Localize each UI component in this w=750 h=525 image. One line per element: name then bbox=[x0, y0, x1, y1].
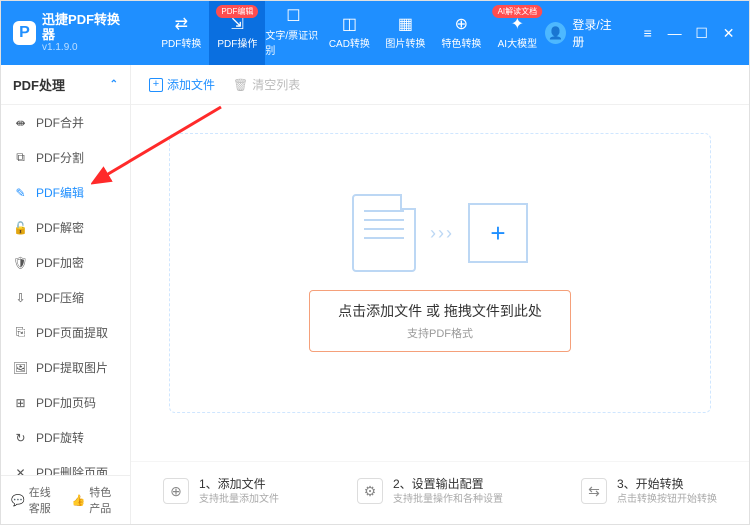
extract-icon: ⎘ bbox=[13, 325, 28, 340]
step-1: ⊕1、添加文件支持批量添加文件 bbox=[163, 476, 279, 506]
support-link[interactable]: 💬 在线客服 bbox=[11, 484, 60, 516]
sidebar-item-encrypt[interactable]: 🛡PDF加密 bbox=[1, 245, 130, 280]
header-right: 👤 登录/注册 ≡ — ☐ ✕ bbox=[545, 16, 739, 50]
nav-ocr[interactable]: ☐文字/票证识别 bbox=[265, 1, 321, 65]
shield-icon: 🛡 bbox=[13, 256, 28, 270]
steps-bar: ⊕1、添加文件支持批量添加文件 ⚙2、设置输出配置支持批量操作和各种设置 ⇆3、… bbox=[131, 461, 749, 524]
delete-icon: ✕ bbox=[13, 466, 28, 476]
gear-icon: ⚙ bbox=[357, 478, 383, 504]
nav-badge: AI解读文档 bbox=[493, 5, 543, 18]
compress-icon: ⇩ bbox=[13, 291, 28, 305]
title-bar: P 迅捷PDF转换器 v1.1.9.0 ⇄PDF转换 PDF编辑⇲PDF操作 ☐… bbox=[1, 1, 749, 65]
page-number-icon: ⊞ bbox=[13, 396, 28, 410]
add-file-icon: ⊕ bbox=[163, 478, 189, 504]
drop-hint-sub: 支持PDF格式 bbox=[338, 325, 542, 341]
sidebar-item-delete-page[interactable]: ✕PDF删除页面 bbox=[1, 455, 130, 475]
featured-link[interactable]: 👍 特色产品 bbox=[72, 484, 121, 516]
chevron-up-icon: ⌃ bbox=[110, 79, 118, 90]
edit-icon: ✎ bbox=[13, 186, 28, 200]
close-icon[interactable]: ✕ bbox=[718, 22, 739, 44]
nav-badge: PDF编辑 bbox=[216, 5, 258, 18]
sidebar-item-decrypt[interactable]: 🔓PDF解密 bbox=[1, 210, 130, 245]
drop-zone[interactable]: ››› + 点击添加文件 或 拖拽文件到此处 支持PDF格式 bbox=[169, 133, 711, 413]
nav-special[interactable]: ⊕特色转换 bbox=[433, 1, 489, 65]
avatar-icon[interactable]: 👤 bbox=[545, 22, 566, 44]
picture-icon: 🖼 bbox=[13, 361, 28, 375]
unlock-icon: 🔓 bbox=[13, 221, 28, 235]
nav-pdf-operate[interactable]: PDF编辑⇲PDF操作 bbox=[209, 1, 265, 65]
cad-icon: ◫ bbox=[342, 17, 357, 33]
sidebar-footer: 💬 在线客服 👍 特色产品 bbox=[1, 475, 130, 524]
minimize-icon[interactable]: — bbox=[664, 22, 685, 44]
main-panel: +添加文件 🗑清空列表 ››› + 点击添加文件 或 拖拽文件到此处 支持PDF… bbox=[131, 65, 749, 524]
app-title: 迅捷PDF转换器 bbox=[42, 13, 129, 42]
trash-icon: 🗑 bbox=[233, 78, 248, 92]
sidebar-item-edit[interactable]: ✎PDF编辑 bbox=[1, 175, 130, 210]
sidebar-item-merge[interactable]: ⇼PDF合并 bbox=[1, 105, 130, 140]
app-logo: P 迅捷PDF转换器 v1.1.9.0 bbox=[13, 13, 129, 53]
drop-hint-box: 点击添加文件 或 拖拽文件到此处 支持PDF格式 bbox=[309, 290, 571, 352]
step-2: ⚙2、设置输出配置支持批量操作和各种设置 bbox=[357, 476, 503, 506]
ocr-icon: ☐ bbox=[286, 9, 300, 25]
ai-icon: ✦ bbox=[511, 17, 524, 33]
add-box-icon: + bbox=[468, 203, 528, 263]
maximize-icon[interactable]: ☐ bbox=[691, 22, 712, 44]
drop-illustration: ››› + bbox=[352, 194, 528, 272]
rotate-icon: ↻ bbox=[13, 431, 28, 445]
sidebar-item-extract-image[interactable]: 🖼PDF提取图片 bbox=[1, 350, 130, 385]
special-icon: ⊕ bbox=[455, 17, 468, 33]
tool-icon: ⇲ bbox=[231, 17, 244, 33]
split-icon: ⧉ bbox=[13, 150, 28, 165]
sidebar-section-head[interactable]: PDF处理 ⌃ bbox=[1, 65, 130, 105]
nav-image[interactable]: ▦图片转换 bbox=[377, 1, 433, 65]
image-icon: ▦ bbox=[398, 17, 413, 33]
sidebar: PDF处理 ⌃ ⇼PDF合并 ⧉PDF分割 ✎PDF编辑 🔓PDF解密 🛡PDF… bbox=[1, 65, 131, 524]
logo-icon: P bbox=[13, 21, 36, 45]
convert-icon: ⇆ bbox=[581, 478, 607, 504]
step-3: ⇆3、开始转换点击转换按钮开始转换 bbox=[581, 476, 717, 506]
sidebar-item-split[interactable]: ⧉PDF分割 bbox=[1, 140, 130, 175]
document-icon bbox=[352, 194, 416, 272]
sidebar-item-page-number[interactable]: ⊞PDF加页码 bbox=[1, 385, 130, 420]
login-link[interactable]: 登录/注册 bbox=[572, 16, 621, 50]
nav-pdf-convert[interactable]: ⇄PDF转换 bbox=[153, 1, 209, 65]
sidebar-item-extract-page[interactable]: ⎘PDF页面提取 bbox=[1, 315, 130, 350]
nav-cad[interactable]: ◫CAD转换 bbox=[321, 1, 377, 65]
nav-ai[interactable]: AI解读文档✦AI大模型 bbox=[489, 1, 545, 65]
top-nav: ⇄PDF转换 PDF编辑⇲PDF操作 ☐文字/票证识别 ◫CAD转换 ▦图片转换… bbox=[153, 1, 545, 65]
sidebar-item-rotate[interactable]: ↻PDF旋转 bbox=[1, 420, 130, 455]
swap-icon: ⇄ bbox=[175, 17, 188, 33]
plus-icon: + bbox=[149, 78, 163, 92]
add-file-button[interactable]: +添加文件 bbox=[149, 76, 215, 93]
toolbar: +添加文件 🗑清空列表 bbox=[131, 65, 749, 105]
app-version: v1.1.9.0 bbox=[42, 42, 129, 53]
sidebar-item-compress[interactable]: ⇩PDF压缩 bbox=[1, 280, 130, 315]
arrow-dots-icon: ››› bbox=[430, 223, 454, 244]
menu-icon[interactable]: ≡ bbox=[637, 22, 658, 44]
merge-icon: ⇼ bbox=[13, 116, 28, 130]
drop-hint-title: 点击添加文件 或 拖拽文件到此处 bbox=[338, 301, 542, 321]
clear-list-button[interactable]: 🗑清空列表 bbox=[233, 76, 300, 93]
